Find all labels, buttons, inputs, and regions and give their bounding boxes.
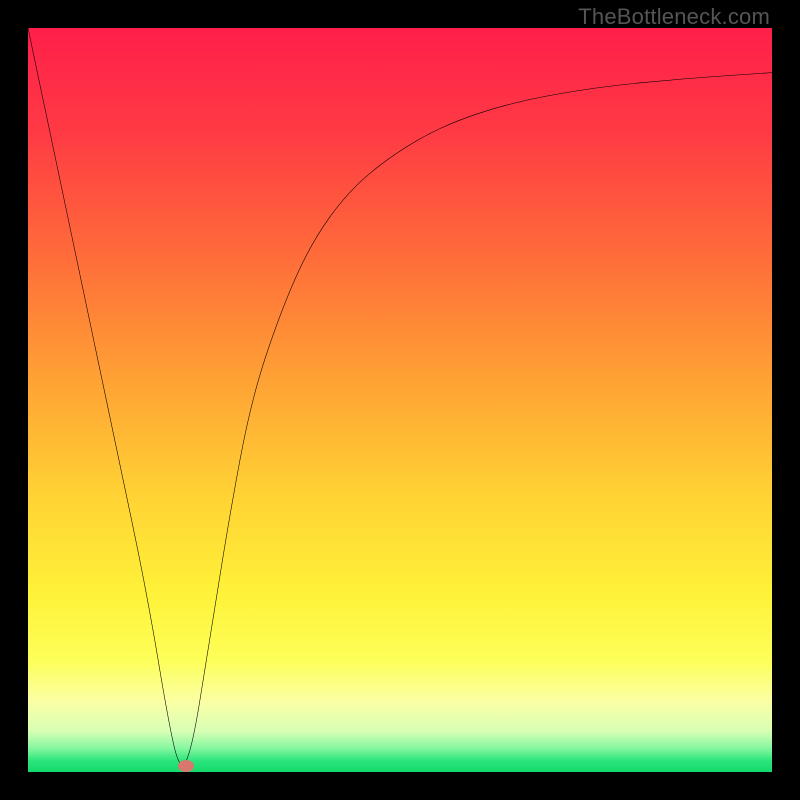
chart-frame: TheBottleneck.com (0, 0, 800, 800)
optimal-point-marker (178, 760, 194, 772)
plot-area (28, 28, 772, 772)
watermark-text: TheBottleneck.com (578, 4, 770, 30)
bottleneck-curve (28, 28, 772, 772)
